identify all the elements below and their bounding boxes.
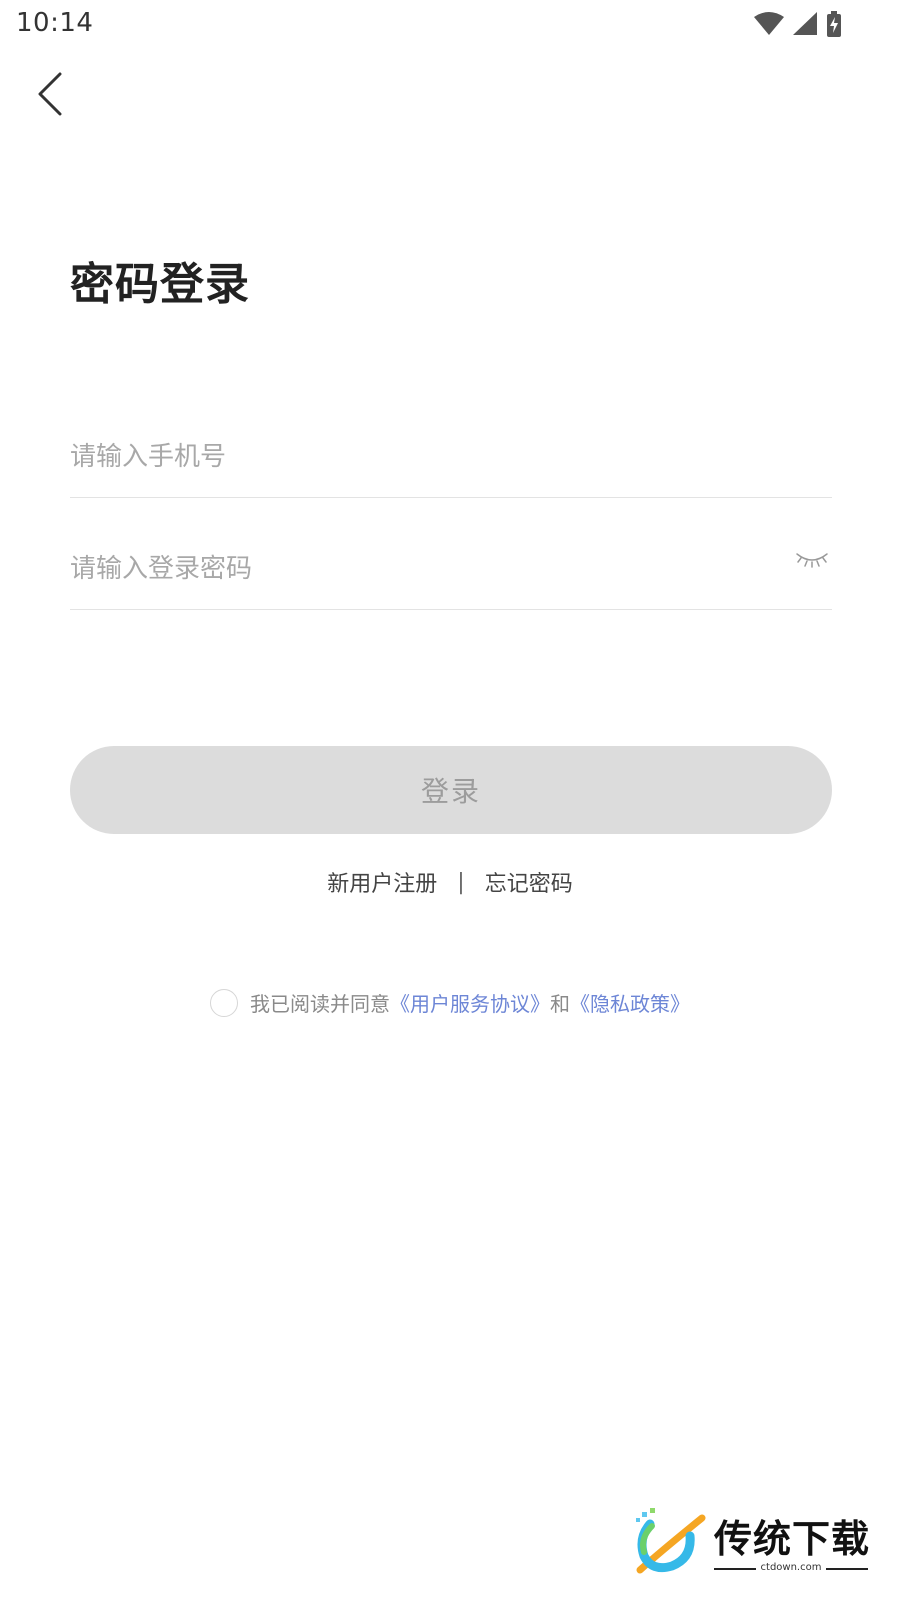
terms-link[interactable]: 《用户服务协议》 [390,988,550,1017]
watermark-rule-right [826,1568,868,1570]
agreement-row: 我已阅读并同意 《用户服务协议》 和 《隐私政策》 [0,988,900,1017]
chevron-left-icon [36,72,64,120]
password-field [70,529,832,610]
back-button[interactable] [26,68,74,124]
watermark-title: 传统下载 [714,1517,871,1561]
watermark-logo-icon [630,1508,706,1584]
login-button[interactable]: 登录 [70,746,832,834]
status-icons [754,10,842,38]
status-bar: 10:14 [0,0,900,50]
watermark: 传统下载 ctdown.com [630,1508,880,1584]
page-title: 密码登录 [70,259,250,310]
forgot-password-link[interactable]: 忘记密码 [485,866,573,898]
phone-input[interactable] [70,417,750,497]
password-visibility-toggle[interactable] [792,547,832,577]
cellular-signal-icon [792,12,818,36]
agreement-prefix: 我已阅读并同意 [250,992,390,1016]
battery-charging-icon [826,11,842,37]
status-time: 10:14 [16,8,94,38]
wifi-icon [754,12,784,36]
links-separator: | [457,869,465,895]
account-links: 新用户注册 | 忘记密码 [0,866,900,898]
agreement-checkbox[interactable] [210,988,238,1017]
phone-field [70,417,832,498]
eye-closed-icon [795,551,829,573]
privacy-policy-link[interactable]: 《隐私政策》 [570,988,690,1017]
password-input[interactable] [70,529,750,609]
register-link[interactable]: 新用户注册 [327,866,437,898]
agreement-conjunction: 和 [550,992,570,1016]
